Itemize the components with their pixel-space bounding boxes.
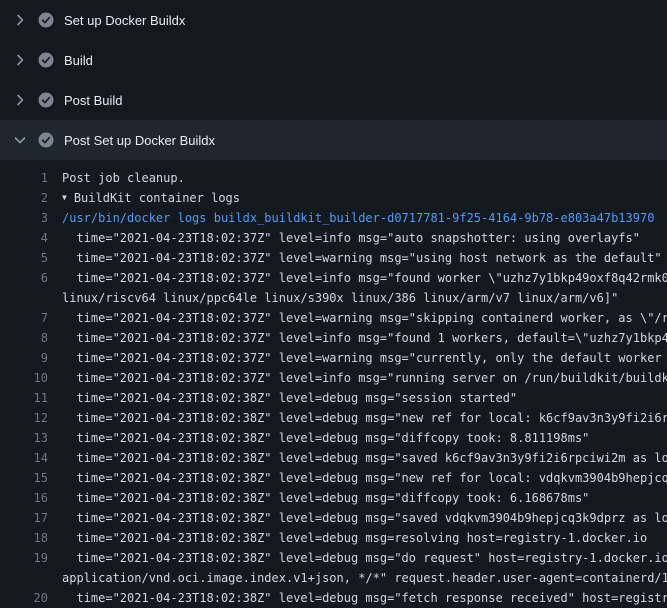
line-number[interactable]: 4 [0, 228, 48, 248]
line-number[interactable]: 7 [0, 308, 48, 328]
chevron-right-icon [12, 92, 28, 108]
line-text: time="2021-04-23T18:02:37Z" level=warnin… [62, 348, 667, 368]
line-number[interactable]: 12 [0, 408, 48, 428]
chevron-down-icon [12, 132, 28, 148]
line-number[interactable]: 14 [0, 448, 48, 468]
line-number [0, 568, 48, 588]
log-line: 7 time="2021-04-23T18:02:37Z" level=warn… [0, 308, 667, 328]
step-label: Set up Docker Buildx [64, 13, 185, 28]
check-circle-icon [38, 52, 54, 68]
line-number[interactable]: 5 [0, 248, 48, 268]
group-toggle-icon[interactable]: ▼ [62, 188, 67, 208]
log-line-wrap: application/vnd.oci.image.index.v1+json,… [0, 568, 667, 588]
log-line: 18 time="2021-04-23T18:02:38Z" level=deb… [0, 528, 667, 548]
line-text: time="2021-04-23T18:02:37Z" level=info m… [62, 368, 667, 388]
line-number[interactable]: 9 [0, 348, 48, 368]
log-line: 3/usr/bin/docker logs buildx_buildkit_bu… [0, 208, 667, 228]
log-line: 4 time="2021-04-23T18:02:37Z" level=info… [0, 228, 667, 248]
line-number[interactable]: 17 [0, 508, 48, 528]
chevron-right-icon [12, 52, 28, 68]
line-number[interactable]: 19 [0, 548, 48, 568]
line-number[interactable]: 10 [0, 368, 48, 388]
line-text: time="2021-04-23T18:02:38Z" level=debug … [62, 388, 517, 408]
log-line: 6 time="2021-04-23T18:02:37Z" level=info… [0, 268, 667, 288]
line-text: time="2021-04-23T18:02:38Z" level=debug … [62, 448, 667, 468]
line-number[interactable]: 15 [0, 468, 48, 488]
step-label: Post Build [64, 93, 123, 108]
log-line: 1 Post job cleanup. [0, 168, 667, 188]
line-text: ▼BuildKit container logs [62, 188, 240, 208]
line-number[interactable]: 2 [0, 188, 48, 208]
command-text: /usr/bin/docker logs buildx_buildkit_bui… [62, 208, 654, 228]
step-row-post-set-up-docker-buildx[interactable]: Post Set up Docker Buildx [0, 120, 667, 160]
line-number[interactable]: 16 [0, 488, 48, 508]
line-text: time="2021-04-23T18:02:37Z" level=warnin… [62, 308, 667, 328]
log-line: 20 time="2021-04-23T18:02:38Z" level=deb… [0, 588, 667, 608]
log-line: 17 time="2021-04-23T18:02:38Z" level=deb… [0, 508, 667, 528]
log-line: 16 time="2021-04-23T18:02:38Z" level=deb… [0, 488, 667, 508]
step-row-set-up-docker-buildx[interactable]: Set up Docker Buildx [0, 0, 667, 40]
line-number [0, 288, 48, 308]
check-circle-icon [38, 92, 54, 108]
line-number[interactable]: 11 [0, 388, 48, 408]
line-number[interactable]: 1 [0, 168, 48, 188]
line-text: time="2021-04-23T18:02:37Z" level=warnin… [62, 248, 662, 268]
line-text: time="2021-04-23T18:02:38Z" level=debug … [62, 548, 667, 568]
line-text: time="2021-04-23T18:02:37Z" level=info m… [62, 328, 667, 348]
steps-list: Set up Docker Buildx Build Post Build Po… [0, 0, 667, 160]
log-line-wrap: linux/riscv64 linux/ppc64le linux/s390x … [0, 288, 667, 308]
log-line: 11 time="2021-04-23T18:02:38Z" level=deb… [0, 388, 667, 408]
line-number[interactable]: 3 [0, 208, 48, 228]
log-line: 5 time="2021-04-23T18:02:37Z" level=warn… [0, 248, 667, 268]
line-text: time="2021-04-23T18:02:38Z" level=debug … [62, 408, 667, 428]
line-text: application/vnd.oci.image.index.v1+json,… [62, 568, 667, 588]
line-number[interactable]: 6 [0, 268, 48, 288]
line-text: time="2021-04-23T18:02:38Z" level=debug … [62, 468, 667, 488]
log-line: 9 time="2021-04-23T18:02:37Z" level=warn… [0, 348, 667, 368]
log-line: 2 ▼BuildKit container logs [0, 188, 667, 208]
line-number[interactable]: 20 [0, 588, 48, 608]
check-circle-icon [38, 132, 54, 148]
line-text: time="2021-04-23T18:02:38Z" level=debug … [62, 428, 589, 448]
step-label: Build [64, 53, 93, 68]
log-line: 8 time="2021-04-23T18:02:37Z" level=info… [0, 328, 667, 348]
line-text: time="2021-04-23T18:02:37Z" level=info m… [62, 268, 667, 288]
line-text: time="2021-04-23T18:02:38Z" level=debug … [62, 488, 589, 508]
step-label: Post Set up Docker Buildx [64, 133, 215, 148]
log-line: 14 time="2021-04-23T18:02:38Z" level=deb… [0, 448, 667, 468]
line-text: Post job cleanup. [62, 168, 185, 188]
line-number[interactable]: 13 [0, 428, 48, 448]
line-number[interactable]: 18 [0, 528, 48, 548]
line-text: time="2021-04-23T18:02:37Z" level=info m… [62, 228, 640, 248]
step-row-build[interactable]: Build [0, 40, 667, 80]
log-panel: 1 Post job cleanup. 2 ▼BuildKit container l… [0, 160, 667, 608]
line-number[interactable]: 8 [0, 328, 48, 348]
line-text: time="2021-04-23T18:02:38Z" level=debug … [62, 508, 667, 528]
log-line: 13 time="2021-04-23T18:02:38Z" level=deb… [0, 428, 667, 448]
line-text: time="2021-04-23T18:02:38Z" level=debug … [62, 588, 667, 608]
log-line: 12 time="2021-04-23T18:02:38Z" level=deb… [0, 408, 667, 428]
chevron-right-icon [12, 12, 28, 28]
line-text: time="2021-04-23T18:02:38Z" level=debug … [62, 528, 647, 548]
log-line: 19 time="2021-04-23T18:02:38Z" level=deb… [0, 548, 667, 568]
log-line: 10 time="2021-04-23T18:02:37Z" level=inf… [0, 368, 667, 388]
log-line: 15 time="2021-04-23T18:02:38Z" level=deb… [0, 468, 667, 488]
check-circle-icon [38, 12, 54, 28]
line-text: linux/riscv64 linux/ppc64le linux/s390x … [62, 288, 618, 308]
step-row-post-build[interactable]: Post Build [0, 80, 667, 120]
